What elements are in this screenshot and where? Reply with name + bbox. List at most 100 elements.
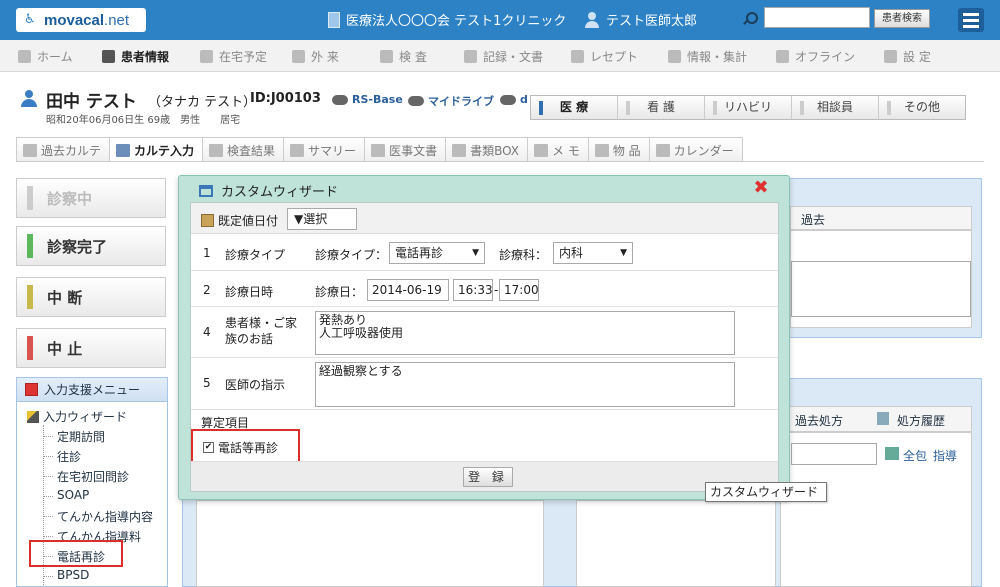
department-select[interactable]: 内科 ▼ (553, 242, 633, 264)
calendar-icon (201, 214, 214, 227)
nav-home[interactable]: ホーム (18, 48, 73, 65)
nav-home-visit[interactable]: 在宅予定 (200, 48, 267, 65)
bar-chart-icon (209, 143, 224, 157)
patients-icon (102, 50, 115, 63)
patient-story-textarea[interactable]: 発熱あり 人工呼吸器使用 (315, 311, 735, 355)
tab-past-chart[interactable]: 過去カルテ (16, 137, 111, 162)
role-tab-rehab[interactable]: リハビリ (705, 96, 792, 119)
default-date-select[interactable]: ▼選択 (287, 208, 357, 230)
past-area (790, 230, 972, 328)
tab-summary[interactable]: サマリー (283, 137, 366, 162)
custom-wizard-dialog: カスタムウィザード ✖ 既定値日付 ▼選択 1 診療タイプ 診療タイプ： 電話再… (178, 175, 790, 500)
register-button[interactable]: 登 録 (463, 467, 513, 487)
doctor-instruction-textarea[interactable]: 経過観察とする (315, 362, 735, 407)
patient-search-button[interactable]: 患者検索 (874, 9, 930, 28)
nav-offline[interactable]: オフライン (776, 48, 855, 65)
role-tab-counselor[interactable]: 相談員 (792, 96, 879, 119)
role-tab-other[interactable]: その他 (879, 96, 965, 119)
past-textarea[interactable] (791, 261, 971, 317)
exam-date-input[interactable]: 2014-06-19 (367, 279, 449, 301)
status-complete-button[interactable]: 診察完了 (16, 226, 166, 266)
rx-input[interactable] (791, 443, 877, 465)
list-icon (877, 412, 889, 425)
rs-base-link[interactable]: RS-Base (332, 93, 403, 106)
tree-item-epilepsy-content[interactable]: てんかん指導内容 (42, 508, 153, 525)
row-doctor-instruction: 5 医師の指示 経過観察とする (191, 358, 778, 410)
status-in-exam-button[interactable]: 診察中 (16, 178, 166, 218)
close-icon[interactable]: ✖ (753, 179, 769, 197)
tree-item-bpsd[interactable]: BPSD (42, 568, 89, 582)
rx-history-tab[interactable]: 処方履歴 (897, 412, 945, 429)
tooltip: カスタムウィザード (705, 482, 827, 502)
hamburger-menu-icon[interactable] (958, 8, 984, 32)
tab-doc-box[interactable]: 書類BOX (445, 137, 528, 162)
status-pause-button[interactable]: 中 断 (16, 277, 166, 317)
bank-icon (594, 143, 609, 157)
end-time-input[interactable]: 17:00 (499, 279, 539, 301)
input-wizard-root[interactable]: 入力ウィザード (27, 408, 127, 425)
row-type: 1 診療タイプ 診療タイプ： 電話再診 ▼ 診療科： 内科 ▼ (191, 234, 778, 271)
my-drive-link[interactable]: マイドライブ (408, 93, 494, 109)
tree-item-initial-interview[interactable]: 在宅初回問診 (42, 468, 129, 485)
cloud-icon (500, 94, 516, 105)
phone-revisit-checkbox[interactable]: ✔ 電話等再診 (191, 429, 300, 465)
refresh-icon (885, 447, 899, 460)
nav-records[interactable]: 記録・文書 (464, 48, 543, 65)
box-icon (452, 143, 467, 157)
nav-patient-info[interactable]: 患者情報 (102, 48, 169, 65)
tree-item-house-call[interactable]: 往診 (42, 448, 81, 465)
patient-kana: （タナカ テスト） (148, 95, 257, 110)
patient-search-input[interactable] (764, 7, 870, 28)
past-label[interactable]: 過去 (801, 211, 825, 228)
document-icon (464, 50, 477, 63)
guide-link[interactable]: 指導 (933, 447, 957, 464)
dialog-footer: 登 録 (191, 461, 778, 491)
monitor-icon (380, 50, 393, 63)
calendar-icon (655, 143, 670, 157)
tab-medical-docs[interactable]: 医事文書 (364, 137, 447, 162)
row-patient-story: 4 患者様・ご家族のお話 発熱あり 人工呼吸器使用 (191, 307, 778, 358)
tab-chart-input[interactable]: カルテ入力 (109, 137, 204, 162)
list-icon (290, 143, 305, 157)
chart-subtabs: 過去カルテ カルテ入力 検査結果 サマリー 医事文書 書類BOX メ モ 物 品… (16, 137, 743, 162)
past-toolbar: 過去 (790, 206, 972, 230)
nav-receipt[interactable]: レセプト (571, 48, 638, 65)
d-link[interactable]: d (500, 93, 528, 106)
lower-mid-box (576, 500, 776, 587)
folder-icon (23, 143, 37, 157)
nav-settings[interactable]: 設 定 (884, 48, 931, 65)
main-nav: ホーム 患者情報 在宅予定 外 来 検 査 記録・文書 レセプト 情報・集計 オ… (0, 40, 1000, 72)
support-menu-header: 入力支援メニュー (17, 378, 167, 402)
logo-icon: ♿ (24, 12, 36, 27)
logo[interactable]: ♿ movacal.net (16, 8, 146, 32)
tab-calendar[interactable]: カレンダー (648, 137, 743, 162)
patient-icon (20, 90, 38, 108)
exam-type-select[interactable]: 電話再診 ▼ (389, 242, 485, 264)
past-rx-tab[interactable]: 過去処方 (795, 412, 843, 429)
role-tab-nursing[interactable]: 看 護 (618, 96, 705, 119)
checkbox-checked-icon: ✔ (203, 441, 214, 453)
role-tab-medical[interactable]: 医 療 (531, 96, 618, 119)
calendar-icon (25, 383, 38, 396)
tab-memo[interactable]: メ モ (527, 137, 589, 162)
logo-text: movacal (44, 11, 105, 29)
tree-item-regular-visit[interactable]: 定期訪問 (42, 428, 105, 445)
tab-exam-results[interactable]: 検査結果 (202, 137, 285, 162)
nav-stats[interactable]: 情報・集計 (668, 48, 747, 65)
nav-exam[interactable]: 検 査 (380, 48, 427, 65)
cloud-icon (332, 94, 348, 105)
window-icon (199, 184, 213, 197)
patient-name: 田中 テスト (46, 92, 137, 112)
start-time-input[interactable]: 16:33 (453, 279, 493, 301)
all-link[interactable]: 全包 (903, 447, 927, 464)
tree-item-soap[interactable]: SOAP (42, 488, 89, 502)
cloud-icon (571, 50, 584, 63)
dropdown-arrow-icon: ▼ (620, 248, 627, 258)
tab-supplies[interactable]: 物 品 (587, 137, 650, 162)
status-cancel-button[interactable]: 中 止 (16, 328, 166, 368)
building-icon (328, 11, 340, 28)
rx-toolbar: 過去処方 処方履歴 (780, 406, 972, 432)
pdf-icon (371, 143, 386, 157)
nav-outpatient[interactable]: 外 来 (292, 48, 339, 65)
wand-icon (27, 410, 39, 423)
